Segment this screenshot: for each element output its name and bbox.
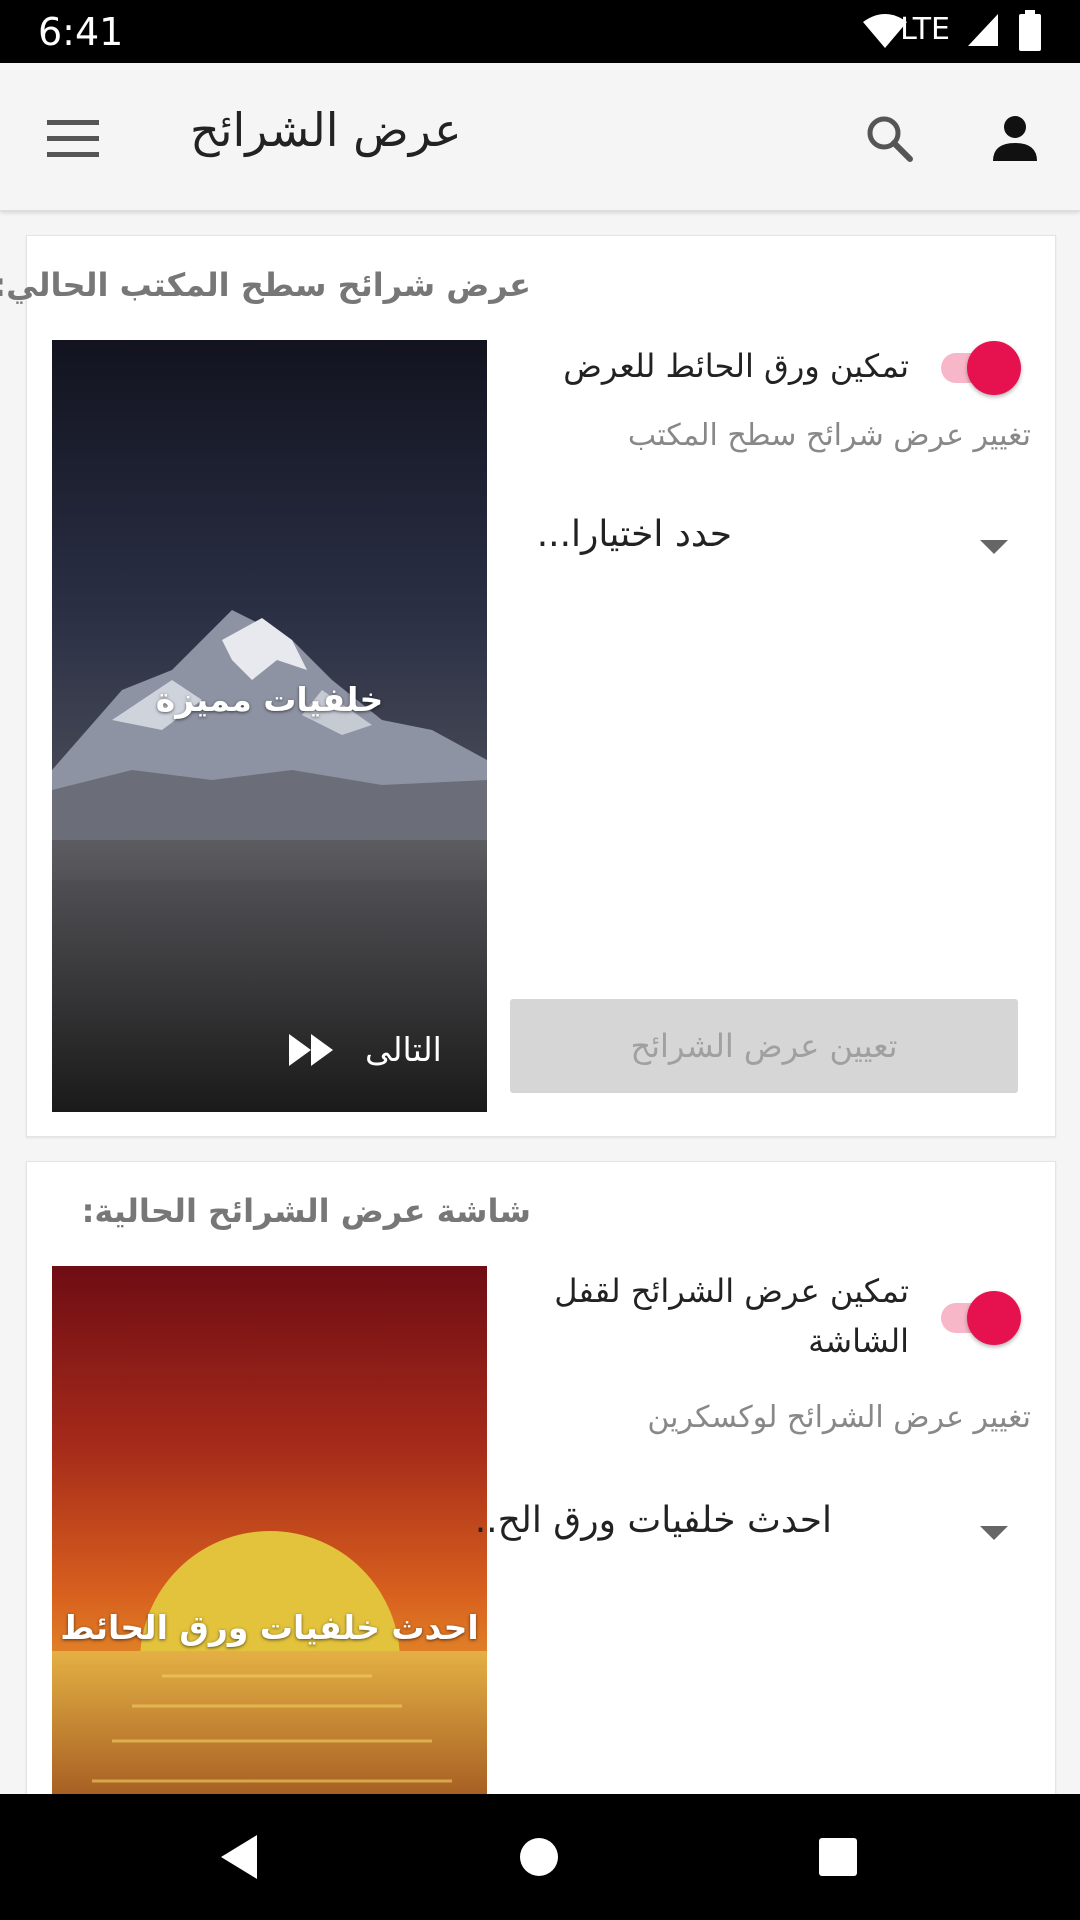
fast-forward-icon: [289, 1033, 333, 1066]
desktop-toggle-label: تمكين ورق الحائط للعرض: [563, 347, 909, 385]
status-bar: 6:41 LTE: [0, 0, 1080, 63]
lock-wallpaper-preview[interactable]: احدث خلفيات ورق الحائط: [52, 1266, 487, 1862]
lock-enable-switch[interactable]: [935, 1289, 1021, 1347]
network-type: LTE: [900, 12, 950, 47]
home-icon: [520, 1838, 558, 1876]
account-button[interactable]: [980, 103, 1050, 173]
back-button[interactable]: [204, 1822, 274, 1892]
recents-icon: [819, 1838, 857, 1876]
set-slideshow-button[interactable]: تعيين عرض الشرائح: [510, 999, 1018, 1093]
desktop-change-subtext: تغيير عرض شرائح سطح المكتب: [627, 418, 1031, 453]
desktop-slideshow-dropdown[interactable]: حدد اختيارا...: [512, 504, 1032, 584]
desktop-slideshow-card: عرض شرائح سطح المكتب الحالي: خلفيات مميز…: [0, 235, 1056, 1137]
lock-change-subtext: تغيير عرض الشرائح لوكسكرين: [647, 1400, 1031, 1435]
next-wallpaper-button[interactable]: التالى: [287, 1030, 442, 1069]
recents-button[interactable]: [803, 1822, 873, 1892]
switch-thumb: [967, 341, 1021, 395]
dropdown-arrow-icon: [980, 540, 1008, 554]
lock-slideshow-dropdown[interactable]: احدث خلفيات ورق الح..: [475, 1490, 1032, 1570]
account-icon: [993, 116, 1037, 161]
lock-toggle-label: تمكين عرض الشرائح لقفل الشاشة: [554, 1266, 909, 1366]
signal-icon: [966, 12, 1000, 52]
mountain-image: [52, 340, 487, 1112]
lock-toggle-label-line1: تمكين عرض الشرائح لقفل: [554, 1272, 909, 1310]
search-icon: [867, 116, 913, 162]
lock-card-heading: شاشة عرض الشرائح الحالية:: [81, 1192, 531, 1230]
back-icon: [221, 1835, 257, 1879]
menu-button[interactable]: [38, 103, 108, 173]
next-label: التالى: [365, 1030, 442, 1069]
desktop-card-heading: عرض شرائح سطح المكتب الحالي:: [0, 266, 531, 304]
dropdown-value: احدث خلفيات ورق الح..: [474, 1500, 832, 1541]
sunset-image: [52, 1266, 487, 1862]
system-nav-bar: [0, 1794, 1080, 1920]
switch-thumb: [967, 1291, 1021, 1345]
dropdown-arrow-icon: [980, 1526, 1008, 1540]
desktop-enable-switch[interactable]: [935, 339, 1021, 397]
desktop-preview-label: خلفيات مميزة: [155, 680, 384, 719]
search-button[interactable]: [854, 103, 924, 173]
lock-toggle-label-line2: الشاشة: [808, 1322, 909, 1360]
app-bar: عرض الشرائح: [0, 63, 1080, 211]
menu-icon: [47, 120, 99, 157]
home-button[interactable]: [504, 1822, 574, 1892]
desktop-wallpaper-preview[interactable]: خلفيات مميزة التالى: [52, 340, 487, 1112]
lockscreen-slideshow-card: شاشة عرض الشرائح الحالية: احدث خلفيات ور…: [26, 1161, 1056, 1863]
lock-preview-label: احدث خلفيات ورق الحائط: [60, 1608, 479, 1647]
dropdown-value: حدد اختيارا...: [536, 514, 732, 555]
battery-icon: [1018, 10, 1042, 56]
page-title: عرض الشرائح: [190, 103, 462, 157]
status-time: 6:41: [38, 10, 124, 54]
